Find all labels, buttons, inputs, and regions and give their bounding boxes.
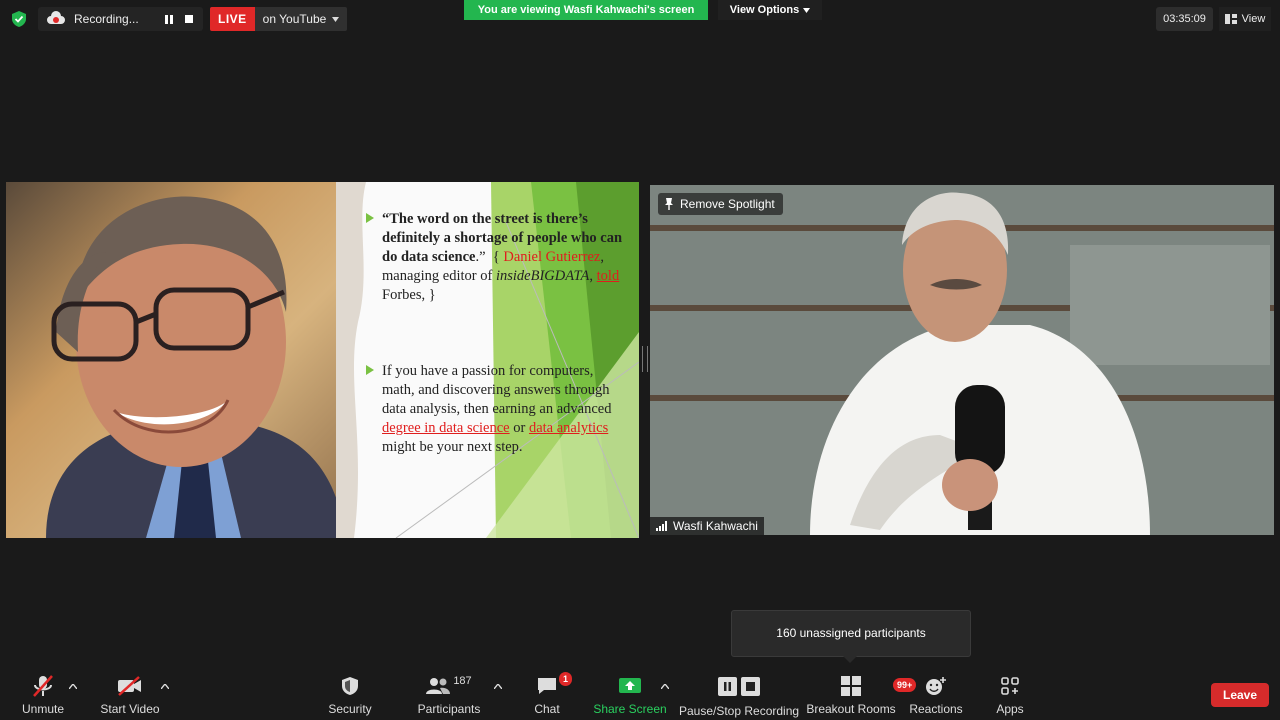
reactions-label: Reactions (909, 702, 963, 716)
participant-name-tag: Wasfi Kahwachi (650, 517, 764, 535)
leave-meeting-button[interactable]: Leave (1211, 683, 1269, 707)
remove-spotlight-label: Remove Spotlight (680, 197, 775, 211)
stop-recording-button[interactable] (179, 9, 199, 29)
bullet-1-quote-end: .” (475, 249, 486, 265)
view-options-button[interactable]: View Options (718, 0, 822, 20)
share-screen-label: Share Screen (593, 702, 667, 716)
slide-bullet-2: If you have a passion for computers, mat… (366, 362, 627, 457)
view-options-label: View Options (729, 4, 800, 16)
bullet-2-or: or (509, 420, 529, 436)
shared-screen-tile: “The word on the street is there’s defin… (6, 182, 639, 538)
chevron-up-icon (69, 683, 77, 689)
smiley-add-icon (926, 677, 946, 695)
recording-indicator: Recording... (38, 7, 203, 31)
reactions-button[interactable]: Reactions (906, 672, 966, 718)
slide-photo (6, 182, 366, 538)
start-video-label: Start Video (100, 702, 160, 716)
slide-bullet-1: “The word on the street is there’s defin… (366, 210, 627, 305)
participant-name: Wasfi Kahwachi (673, 519, 758, 533)
participants-options-caret[interactable] (492, 680, 504, 692)
live-badge: LIVE (210, 7, 255, 31)
told-link[interactable]: told (597, 268, 620, 284)
stream-target-label: on YouTube (262, 12, 327, 26)
breakout-rooms-icon (841, 676, 861, 696)
bullet-2-text-1: If you have a passion for computers, mat… (382, 363, 612, 417)
start-video-button[interactable]: Start Video (100, 672, 160, 718)
chevron-up-icon (161, 683, 169, 689)
chevron-down-icon (803, 7, 811, 13)
apps-button[interactable]: Apps (990, 672, 1030, 718)
breakout-rooms-button[interactable]: 99+ Breakout Rooms (806, 672, 917, 718)
breakout-rooms-label: Breakout Rooms (806, 702, 896, 716)
share-options-caret[interactable] (659, 680, 671, 692)
participants-count: 187 (453, 675, 472, 687)
pause-stop-recording-label: Pause/Stop Recording (678, 704, 800, 718)
data-analytics-link[interactable]: data analytics (529, 420, 608, 436)
bullet-1-brace: { (492, 249, 500, 265)
bullet-1-end: Forbes, } (382, 287, 436, 303)
chat-button[interactable]: 1 Chat (527, 672, 573, 718)
pause-recording-button[interactable] (159, 9, 179, 29)
chat-unread-badge: 1 (559, 672, 573, 686)
unmute-label: Unmute (21, 702, 65, 716)
daniel-gutierrez-link[interactable]: Daniel Gutierrez (503, 249, 600, 265)
share-screen-icon (619, 678, 641, 693)
slide-content: “The word on the street is there’s defin… (336, 182, 639, 538)
bullet-2-text-2: might be your next step. (382, 439, 523, 455)
chat-bubble-icon (538, 678, 556, 694)
view-button[interactable]: View (1219, 7, 1271, 31)
stream-target-dropdown[interactable]: on YouTube (254, 7, 348, 31)
speaker-video-tile: Remove Spotlight Wasfi Kahwachi (650, 185, 1274, 535)
recording-label: Recording... (74, 12, 139, 26)
participants-button[interactable]: 187 Participants (417, 672, 481, 718)
remove-spotlight-button[interactable]: Remove Spotlight (658, 193, 783, 215)
chevron-up-icon (661, 683, 669, 689)
live-stream-indicator[interactable]: LIVE on YouTube (210, 7, 348, 31)
chevron-down-icon (332, 16, 340, 22)
pin-icon (665, 198, 673, 210)
video-camera-off-icon (118, 676, 141, 696)
security-shield-icon[interactable] (8, 8, 30, 30)
apps-label: Apps (996, 702, 1024, 716)
bullet-triangle-icon (366, 213, 374, 223)
pause-icon (718, 676, 737, 696)
signal-strength-icon (656, 521, 667, 531)
unmute-button[interactable]: Unmute (18, 672, 68, 718)
apps-icon (1001, 677, 1019, 695)
chevron-up-icon (494, 683, 502, 689)
viewing-screen-banner: You are viewing Wasfi Kahwachi's screen (464, 0, 708, 20)
participants-label: Participants (417, 702, 481, 716)
security-button[interactable]: Security (325, 672, 375, 718)
share-screen-button[interactable]: Share Screen (593, 672, 667, 718)
participants-icon (426, 678, 451, 694)
stop-icon (741, 676, 760, 696)
degree-link[interactable]: degree in data science (382, 420, 510, 436)
audio-options-caret[interactable] (67, 680, 79, 692)
bullet-1-comma: , (589, 268, 597, 284)
meeting-timer: 03:35:09 (1156, 7, 1213, 31)
pause-stop-recording-button[interactable]: Pause/Stop Recording (679, 672, 799, 718)
cloud-recording-icon (47, 11, 65, 24)
bullet-triangle-icon (366, 365, 374, 375)
video-options-caret[interactable] (159, 680, 171, 692)
chat-label: Chat (534, 702, 560, 716)
shield-icon (342, 677, 358, 695)
tooltip-arrow (843, 656, 857, 663)
breakout-unassigned-tooltip: 160 unassigned participants (731, 610, 971, 657)
security-label: Security (328, 702, 372, 716)
view-label: View (1241, 13, 1266, 25)
microphone-muted-icon (33, 675, 53, 697)
bullet-1-publication: insideBIGDATA (495, 268, 590, 284)
grid-view-icon (1224, 14, 1237, 24)
tile-resize-handle[interactable] (642, 346, 648, 372)
